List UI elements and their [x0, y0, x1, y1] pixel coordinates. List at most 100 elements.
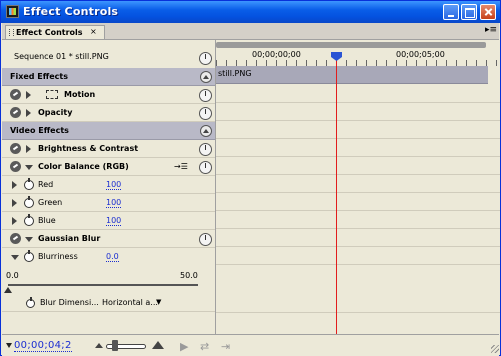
effect-row-opacity[interactable]: Opacity	[2, 104, 215, 122]
grip-icon[interactable]	[9, 29, 14, 36]
fx-toggle-icon[interactable]	[10, 143, 21, 154]
collapse-arrow-icon[interactable]	[11, 255, 19, 260]
loop-audio-icon[interactable]: ⇄	[200, 340, 209, 353]
row-divider	[216, 246, 500, 247]
param-label: Blue	[38, 216, 56, 225]
param-label: Green	[38, 198, 63, 207]
param-value[interactable]: 0.0	[106, 252, 119, 262]
motion-transform-icon[interactable]	[46, 90, 58, 99]
zoom-in-icon[interactable]	[152, 341, 164, 349]
effect-name: Brightness & Contrast	[38, 144, 139, 153]
reset-icon[interactable]	[199, 89, 212, 102]
effect-name: Color Balance (RGB)	[38, 162, 129, 171]
window-title: Effect Controls	[23, 5, 119, 18]
expand-arrow-icon[interactable]	[26, 145, 31, 153]
reset-icon[interactable]	[199, 161, 212, 174]
row-divider	[216, 102, 500, 103]
param-row-green: Green 100	[2, 194, 215, 212]
effect-row-motion[interactable]: Motion	[2, 86, 215, 104]
expand-arrow-icon[interactable]	[12, 199, 17, 207]
premiere-app-icon	[6, 5, 19, 18]
effect-settings-icon[interactable]: →☰	[174, 162, 188, 171]
effect-name: Gaussian Blur	[38, 234, 101, 243]
collapse-up-icon[interactable]	[200, 125, 212, 137]
ruler-start-timecode: 00;00;00;00	[252, 50, 301, 59]
param-row-blurriness: Blurriness 0.0	[2, 248, 215, 266]
export-icon[interactable]: ⇥	[221, 340, 230, 353]
effect-row-gaussian-blur[interactable]: Gaussian Blur	[2, 230, 215, 248]
expand-arrow-icon[interactable]	[12, 217, 17, 225]
param-label: Blurriness	[38, 252, 78, 261]
collapse-up-icon[interactable]	[200, 71, 212, 83]
tab-label: Effect Controls	[16, 28, 83, 37]
slider-max-label: 50.0	[180, 271, 198, 280]
play-only-audio-icon[interactable]: ▶	[180, 340, 188, 353]
row-divider	[216, 120, 500, 121]
timeline-view[interactable]: 00;00;00;00 00;00;05;00 still.PNG	[215, 40, 500, 334]
fx-toggle-icon[interactable]	[10, 107, 21, 118]
minimize-icon	[444, 5, 458, 19]
effect-controls-window: Effect Controls Effect Controls × ▸≡ Seq…	[0, 0, 501, 356]
reset-icon[interactable]	[199, 143, 212, 156]
zoom-scroll-bar[interactable]	[216, 42, 486, 48]
expand-arrow-icon[interactable]	[26, 109, 31, 117]
effect-row-color-balance[interactable]: Color Balance (RGB) →☰	[2, 158, 215, 176]
slider-handle[interactable]	[4, 287, 12, 293]
effect-name: Motion	[64, 90, 96, 99]
fx-toggle-icon[interactable]	[10, 161, 21, 172]
row-divider	[216, 264, 500, 265]
param-value[interactable]: 100	[106, 198, 122, 208]
reset-icon[interactable]	[199, 107, 212, 120]
clip-name: still.PNG	[218, 69, 252, 78]
panel-menu-icon[interactable]: ▸≡	[485, 25, 497, 35]
tab-close-button[interactable]: ×	[90, 27, 97, 36]
stopwatch-icon[interactable]	[26, 297, 35, 308]
row-divider	[216, 228, 500, 229]
resize-grip-icon[interactable]	[491, 345, 499, 353]
param-value[interactable]: 100	[106, 216, 122, 226]
chevron-down-icon[interactable]: ▼	[156, 298, 161, 306]
sequence-label: Sequence 01 * still.PNG	[14, 52, 109, 61]
collapse-arrow-icon[interactable]	[25, 237, 33, 242]
fx-toggle-icon[interactable]	[10, 89, 21, 100]
zoom-slider-handle[interactable]	[112, 340, 118, 351]
row-divider	[216, 312, 500, 313]
stopwatch-icon[interactable]	[24, 250, 34, 262]
stopwatch-icon[interactable]	[24, 214, 34, 226]
video-effects-header[interactable]: Video Effects	[2, 122, 215, 140]
row-divider	[216, 210, 500, 211]
current-timecode[interactable]: 00;00;04;2	[14, 340, 72, 352]
stopwatch-icon[interactable]	[24, 178, 34, 190]
playhead-line[interactable]	[336, 54, 337, 334]
fixed-effects-label: Fixed Effects	[10, 72, 69, 81]
row-divider	[216, 156, 500, 157]
row-divider	[216, 174, 500, 175]
tab-effect-controls[interactable]: Effect Controls ×	[5, 25, 105, 39]
effect-row-brightness-contrast[interactable]: Brightness & Contrast	[2, 140, 215, 158]
stopwatch-icon[interactable]	[24, 196, 34, 208]
close-icon	[481, 5, 495, 19]
show-timeline-toggle-icon[interactable]	[199, 52, 212, 65]
slider-track[interactable]	[8, 284, 198, 286]
sequence-row: Sequence 01 * still.PNG	[2, 40, 215, 66]
video-effects-label: Video Effects	[10, 126, 69, 135]
close-button[interactable]	[480, 4, 496, 20]
param-value[interactable]: 100	[106, 180, 122, 190]
maximize-button[interactable]	[461, 4, 477, 20]
expand-arrow-icon[interactable]	[26, 91, 31, 99]
effect-list: Sequence 01 * still.PNG Fixed Effects Mo…	[2, 40, 215, 334]
maximize-icon	[462, 5, 476, 19]
zoom-out-icon[interactable]	[95, 343, 103, 348]
title-bar[interactable]: Effect Controls	[1, 1, 500, 23]
minimize-button[interactable]	[443, 4, 459, 20]
clip-bar[interactable]: still.PNG	[216, 66, 488, 84]
time-ruler[interactable]: 00;00;00;00 00;00;05;00	[216, 40, 500, 66]
fx-toggle-icon[interactable]	[10, 233, 21, 244]
param-row-blur-dimensions: Blur Dimensi... Horizontal a... ▼	[2, 294, 215, 312]
expand-arrow-icon[interactable]	[12, 181, 17, 189]
reset-icon[interactable]	[199, 233, 212, 246]
collapse-arrow-icon[interactable]	[25, 165, 33, 170]
fixed-effects-header[interactable]: Fixed Effects	[2, 68, 215, 86]
blur-dimension-select[interactable]: Horizontal a...	[102, 298, 158, 307]
ruler-end-timecode: 00;00;05;00	[396, 50, 445, 59]
